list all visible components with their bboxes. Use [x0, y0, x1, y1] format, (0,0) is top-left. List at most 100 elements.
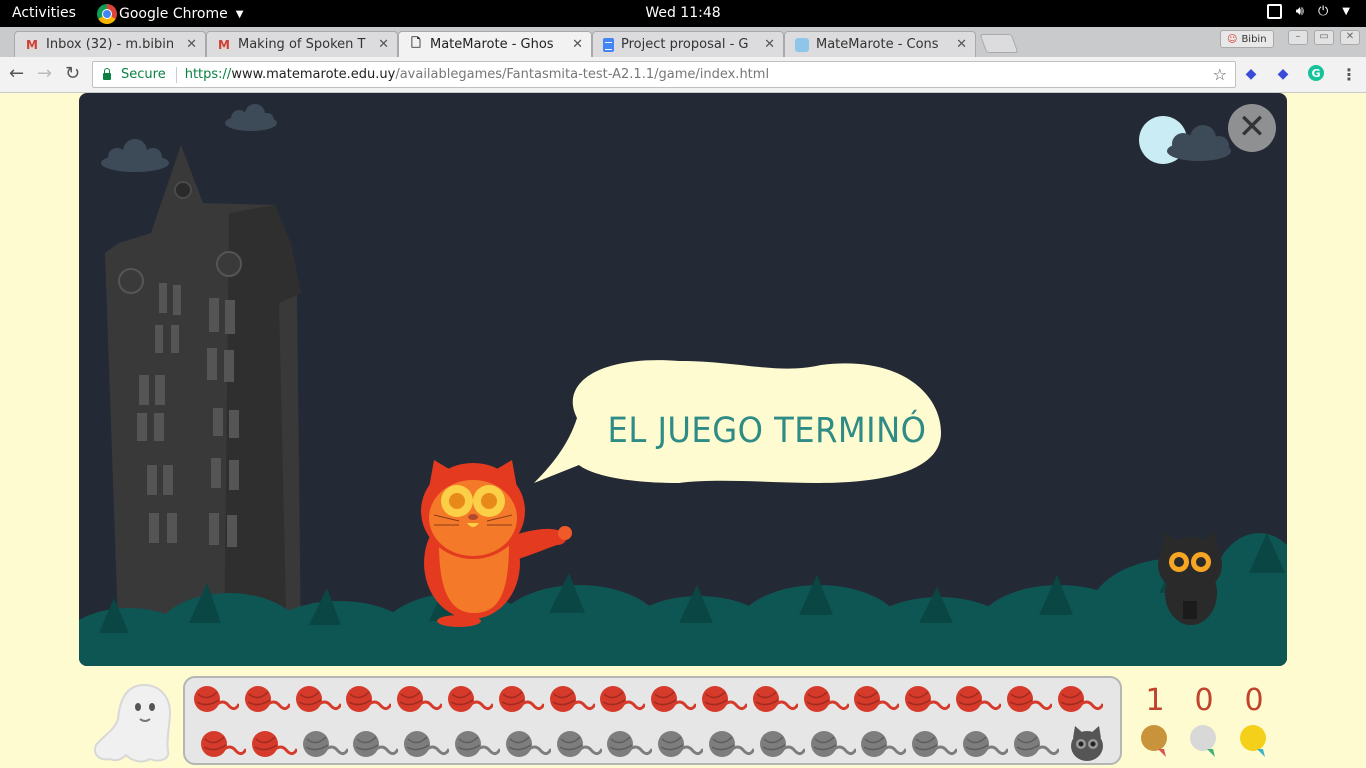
close-icon[interactable]: ✕ — [956, 37, 967, 52]
gray-yarn-ball-icon — [556, 731, 602, 757]
url-host: www.matemarote.edu.uy — [231, 67, 396, 82]
red-yarn-ball-icon — [905, 686, 951, 712]
back-arrow-icon[interactable]: ← — [9, 63, 24, 84]
menu-dots-icon[interactable]: ⋮ — [1340, 65, 1358, 84]
mask-extension-icon[interactable]: ◆ — [1274, 65, 1292, 83]
red-yarn-ball-icon — [244, 686, 290, 712]
browser-toolbar: ← → ↻ Secure https:// www.matemarote.edu… — [0, 57, 1366, 93]
gray-yarn-ball-icon — [810, 731, 856, 757]
url-path: /availablegames/Fantasmita-test-A2.1.1/g… — [395, 67, 770, 82]
red-yarn-ball-icon — [397, 686, 443, 712]
red-yarn-ball-icon — [201, 731, 246, 757]
tab-project-proposal[interactable]: Project proposal - G ✕ — [592, 31, 784, 57]
red-yarn-ball-icon — [1057, 686, 1103, 712]
close-game-button[interactable]: ✕ — [1228, 104, 1276, 152]
close-icon[interactable]: ✕ — [378, 37, 389, 52]
silver-medal-icon — [1190, 725, 1216, 757]
close-window-button[interactable]: ✕ — [1340, 30, 1360, 45]
system-top-bar: Activities Google Chrome ▼ Wed 11:48 🔊︎ … — [0, 0, 1366, 27]
red-yarn-ball-icon — [295, 686, 341, 712]
bronze-medal-icon — [1141, 725, 1167, 757]
reload-icon[interactable]: ↻ — [65, 63, 80, 84]
haunted-house — [105, 145, 301, 653]
system-tray[interactable]: 🔊︎ ⏻ ▼ — [1266, 4, 1350, 19]
profile-name: Bibin — [1241, 33, 1267, 45]
red-yarn-ball-icon — [803, 686, 849, 712]
tab-title: Inbox (32) - m.bibin — [46, 37, 175, 52]
close-icon[interactable]: ✕ — [186, 37, 197, 52]
gmail-icon: M — [26, 37, 38, 52]
red-yarn-ball-icon — [752, 686, 798, 712]
activities-button[interactable]: Activities — [12, 5, 76, 21]
gray-yarn-ball-icon — [709, 731, 754, 757]
red-yarn-ball-icon — [956, 686, 1001, 712]
window-icon — [1266, 4, 1282, 19]
gmail-icon: M — [218, 37, 230, 52]
red-yarn-ball-icon — [498, 686, 544, 712]
red-yarn-ball-icon — [549, 686, 595, 712]
tab-title: Making of Spoken T — [238, 37, 366, 52]
mask-extension-icon[interactable]: ◆ — [1242, 65, 1260, 83]
bookmark-star-icon[interactable]: ☆ — [1213, 65, 1227, 84]
close-icon[interactable]: ✕ — [764, 37, 775, 52]
gray-yarn-ball-icon — [912, 731, 958, 757]
red-yarn-ball-icon — [651, 686, 697, 712]
score-silver: 0 — [1194, 683, 1214, 718]
profile-icon: ☺ — [1227, 33, 1238, 45]
caret-down-icon: ▼ — [1342, 6, 1350, 17]
red-yarn-ball-icon — [854, 686, 900, 712]
cloud-icon — [225, 104, 277, 131]
gray-yarn-ball-icon — [455, 731, 500, 757]
gold-medal-icon — [1240, 725, 1266, 757]
maximize-button[interactable]: ▭ — [1314, 30, 1334, 45]
red-yarn-ball-icon — [600, 686, 646, 712]
gray-yarn-ball-icon — [861, 731, 907, 757]
url-scheme: https:// — [184, 67, 232, 82]
ghost-icon — [94, 683, 172, 763]
red-yarn-ball-icon — [702, 686, 747, 712]
tab-matemarote-ghost[interactable]: 🗋 MateMarote - Ghos ✕ — [398, 31, 592, 57]
gray-yarn-ball-icon — [302, 731, 348, 757]
chrome-logo-icon — [97, 4, 117, 24]
power-icon: ⏻ — [1318, 4, 1329, 19]
new-tab-button[interactable] — [979, 34, 1019, 53]
lock-icon — [103, 68, 111, 80]
grammarly-icon[interactable]: G — [1308, 65, 1324, 81]
secure-label: Secure — [121, 67, 166, 82]
caret-down-icon: ▼ — [235, 8, 244, 20]
cloud-icon — [101, 139, 169, 172]
tab-title: MateMarote - Cons — [816, 37, 939, 52]
yarn-progress-panel — [183, 676, 1122, 765]
minimize-button[interactable]: – — [1288, 30, 1308, 45]
app-menu[interactable]: Google Chrome ▼ — [97, 1, 243, 27]
cat-head-icon — [1071, 726, 1103, 761]
score-bronze: 1 — [1145, 683, 1165, 718]
gray-yarn-ball-icon — [1013, 731, 1059, 757]
tab-matemarote-cons[interactable]: MateMarote - Cons ✕ — [784, 31, 976, 57]
tab-title: Project proposal - G — [621, 37, 749, 52]
tab-inbox[interactable]: M Inbox (32) - m.bibin ✕ — [14, 31, 206, 57]
red-yarn-ball-icon — [194, 686, 239, 712]
volume-icon: 🔊︎ — [1295, 4, 1304, 19]
red-yarn-ball-icon — [1006, 686, 1052, 712]
gray-yarn-ball-icon — [404, 731, 450, 757]
red-yarn-ball-icon — [346, 686, 392, 712]
tab-strip: M Inbox (32) - m.bibin ✕ M Making of Spo… — [0, 27, 1366, 57]
address-bar[interactable]: Secure https:// www.matemarote.edu.uy /a… — [92, 61, 1236, 88]
gray-yarn-ball-icon — [505, 731, 551, 757]
gray-yarn-ball-icon — [759, 731, 805, 757]
page-icon: 🗋 — [411, 36, 421, 50]
forward-arrow-icon[interactable]: → — [37, 63, 52, 84]
app-name: Google Chrome — [119, 6, 228, 22]
red-yarn-ball-icon — [448, 686, 493, 712]
docs-icon — [603, 37, 614, 52]
tab-making-of-spoken[interactable]: M Making of Spoken T ✕ — [206, 31, 398, 57]
game-scene — [79, 104, 1287, 666]
game-stage[interactable]: EL JUEGO TERMINÓ ✕ — [79, 93, 1287, 666]
profile-button[interactable]: ☺ Bibin — [1220, 30, 1274, 48]
red-yarn-ball-icon — [251, 731, 297, 757]
separator — [175, 66, 177, 83]
close-icon[interactable]: ✕ — [572, 37, 583, 52]
gray-yarn-ball-icon — [658, 731, 704, 757]
gray-yarn-ball-icon — [607, 731, 653, 757]
